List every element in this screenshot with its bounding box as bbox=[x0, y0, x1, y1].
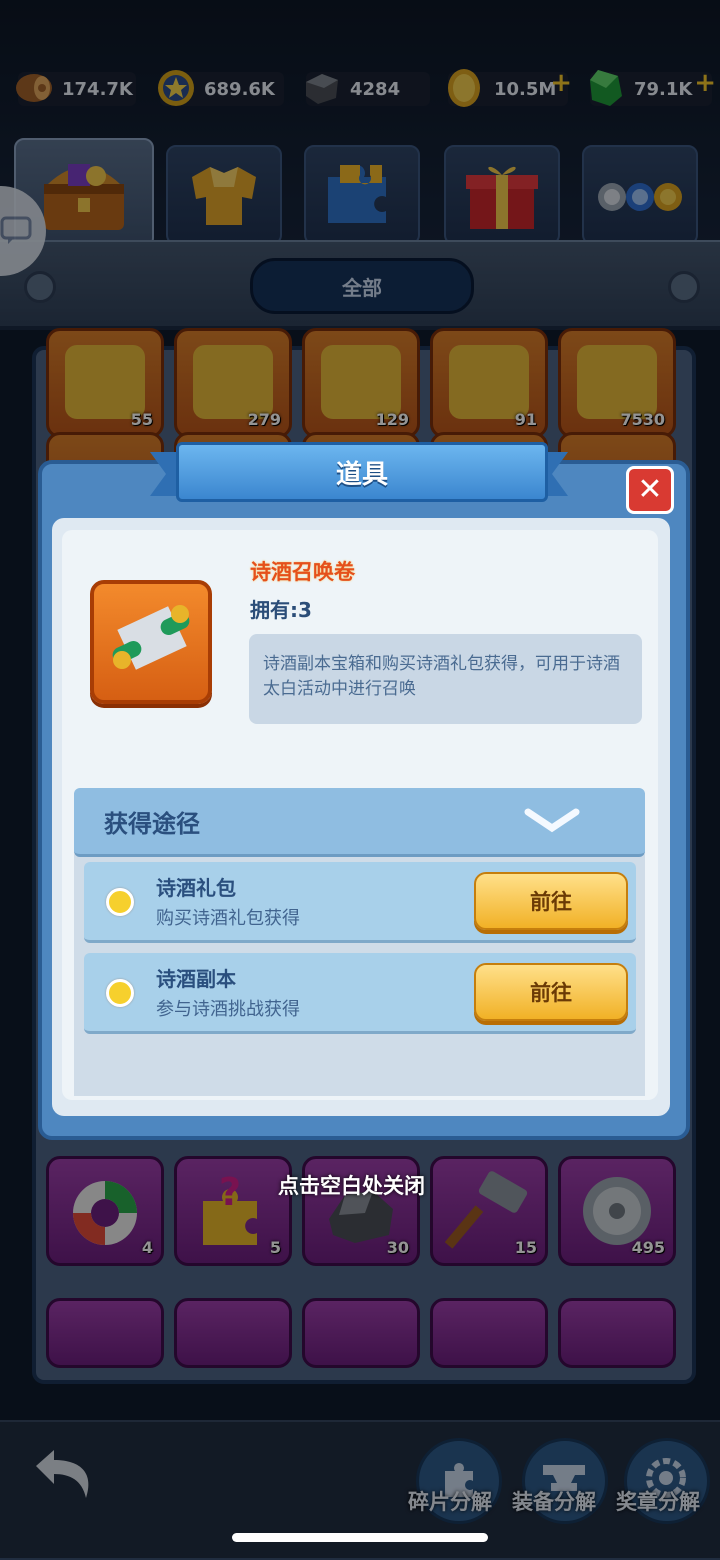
item-owned-count: 拥有:3 bbox=[250, 598, 312, 622]
item-name: 诗酒召唤卷 bbox=[250, 560, 355, 584]
dialog-title: 道具 bbox=[176, 442, 548, 502]
go-button[interactable]: 前往 bbox=[474, 963, 628, 1021]
source-subtitle: 购买诗酒礼包获得 bbox=[156, 908, 300, 929]
home-indicator[interactable] bbox=[232, 1533, 488, 1542]
scroll-icon bbox=[112, 605, 190, 670]
source-title: 诗酒礼包 bbox=[156, 876, 236, 900]
source-row: 诗酒礼包 购买诗酒礼包获得 前往 bbox=[84, 862, 636, 943]
go-button[interactable]: 前往 bbox=[474, 872, 628, 930]
item-description: 诗酒副本宝箱和购买诗酒礼包获得，可用于诗酒太白活动中进行召唤 bbox=[249, 634, 642, 724]
source-header[interactable]: 获得途径 bbox=[74, 788, 645, 857]
close-button[interactable]: ✕ bbox=[626, 466, 674, 514]
source-subtitle: 参与诗酒挑战获得 bbox=[156, 999, 300, 1020]
close-icon: ✕ bbox=[637, 472, 663, 507]
chevron-down-icon bbox=[524, 808, 580, 833]
item-icon-frame bbox=[90, 580, 212, 704]
bullet-icon bbox=[106, 979, 134, 1007]
tap-to-close-hint: 点击空白处关闭 bbox=[278, 1174, 425, 1198]
bullet-icon bbox=[106, 888, 134, 916]
source-header-label: 获得途径 bbox=[104, 810, 200, 838]
source-row: 诗酒副本 参与诗酒挑战获得 前往 bbox=[84, 953, 636, 1034]
source-title: 诗酒副本 bbox=[156, 967, 236, 991]
